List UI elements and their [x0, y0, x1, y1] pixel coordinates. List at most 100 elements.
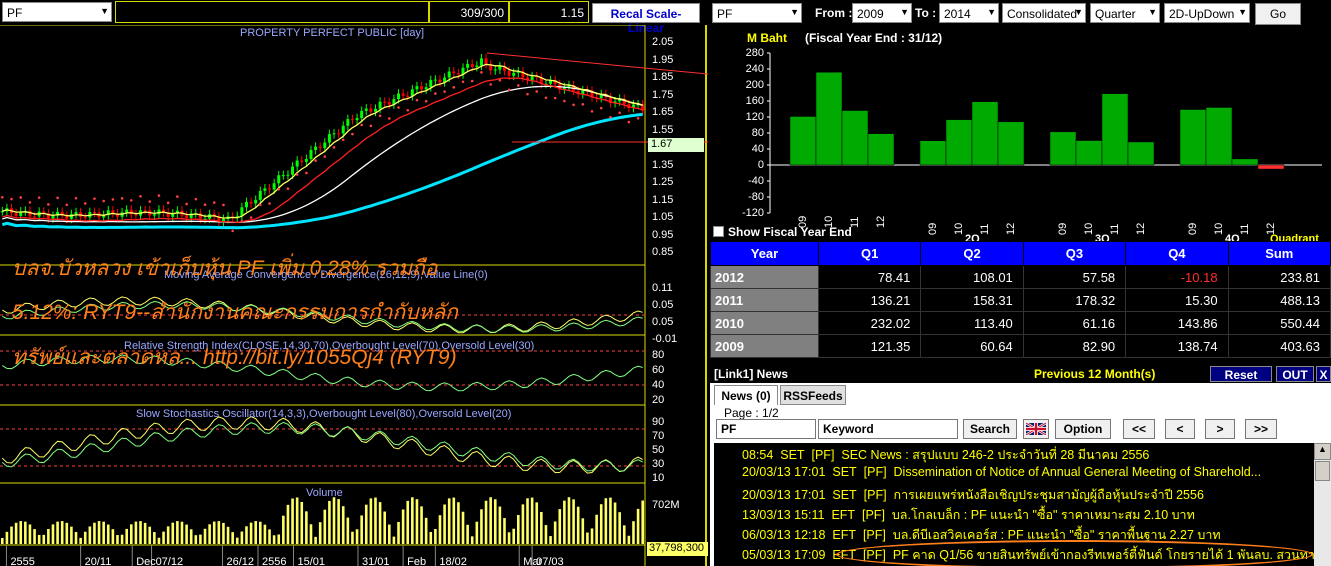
earnings-y-label: -120: [741, 207, 764, 219]
sar-dot: [74, 196, 78, 200]
symbol-select[interactable]: PF ▼: [2, 2, 112, 22]
sar-dot: [341, 138, 345, 142]
volume-bar: [47, 528, 50, 544]
rsi-axis-label: 20: [652, 394, 665, 406]
show-fiscal-year-checkbox[interactable]: Show Fiscal Year End: [713, 225, 852, 239]
candle-body: [272, 183, 276, 190]
checkbox-icon[interactable]: [713, 226, 724, 237]
reset-button[interactable]: Reset: [1210, 366, 1272, 382]
volume-bar: [604, 498, 608, 544]
candle-body: [281, 175, 285, 177]
macd-axis-label: 0.05: [652, 316, 674, 328]
volume-bar: [212, 521, 216, 544]
list-item[interactable]: 13/03/13 15:11 EFT [PF] บล.โกลเบล็ก : PF…: [742, 505, 1195, 525]
news-scrollbar[interactable]: ▲: [1314, 443, 1331, 566]
row-q3: 61.16: [1022, 311, 1127, 335]
table-row[interactable]: 2010 232.02 113.40 61.16 143.86 550.44: [710, 311, 1331, 335]
volume-bar: [79, 537, 82, 544]
quarter-label: 11: [1109, 223, 1121, 235]
sar-dot: [139, 194, 142, 198]
news-time: 13/03/13 15:11: [742, 508, 825, 522]
period-select[interactable]: Quarter ▼: [1090, 3, 1160, 23]
sar-dot: [507, 88, 511, 92]
chevron-down-icon: ▼: [987, 7, 996, 17]
stock-chart[interactable]: PROPERTY PERFECT PUBLIC [day] Moving Ave…: [0, 25, 708, 566]
scale-value: 1.15: [509, 1, 589, 23]
sar-dot: [120, 197, 124, 200]
chart-info-box: [115, 1, 429, 23]
news-symbol-input[interactable]: PF: [716, 419, 816, 439]
quarter-label: 09: [1057, 222, 1069, 235]
earnings-bar: [971, 101, 999, 166]
scroll-up-icon[interactable]: ▲: [1314, 443, 1331, 460]
news-headline: Dissemination of Notice of Annual Genera…: [893, 465, 1262, 479]
first-page-button[interactable]: <<: [1123, 419, 1155, 439]
fin-symbol-select[interactable]: PF ▼: [712, 3, 802, 23]
tab-news[interactable]: News (0): [714, 385, 778, 405]
candle-body: [484, 58, 488, 65]
keyword-input[interactable]: Keyword: [818, 419, 958, 439]
volume-bar: [553, 521, 557, 544]
candle-body: [447, 71, 451, 78]
volume-bar: [632, 521, 635, 544]
volume-bar: [521, 504, 525, 544]
news-time: 20/03/13 17:01: [742, 465, 826, 479]
close-button[interactable]: X: [1316, 366, 1331, 382]
prev-page-button[interactable]: <: [1165, 419, 1195, 439]
view-select[interactable]: 2D-UpDown ▼: [1164, 3, 1250, 23]
option-button[interactable]: Option: [1055, 419, 1111, 439]
to-year-select[interactable]: 2014 ▼: [939, 3, 999, 23]
news-source: EFT: [831, 508, 856, 522]
sar-dot: [480, 71, 483, 74]
earnings-bar: [1101, 93, 1129, 166]
next-page-button[interactable]: >: [1205, 419, 1235, 439]
volume-bar: [627, 535, 631, 544]
earnings-bar: [867, 133, 895, 166]
volume-bar: [97, 521, 101, 544]
chevron-down-icon: ▼: [1238, 7, 1247, 17]
volume-bar: [88, 526, 92, 544]
table-row[interactable]: 2009 121.35 60.64 82.90 138.74 403.63: [710, 334, 1331, 358]
sar-dot: [130, 199, 133, 202]
list-item[interactable]: 20/03/13 17:01 SET [PF] Dissemination of…: [742, 465, 1261, 479]
header-year: Year: [710, 241, 819, 266]
volume-bar: [411, 497, 414, 544]
volume-bar: [231, 532, 234, 544]
quarter-label: 10: [1213, 222, 1225, 235]
earnings-bar: [945, 119, 973, 166]
list-item[interactable]: 08:54 SET [PF] SEC News : สรุปแบบ 246-2 …: [742, 445, 1149, 465]
tab-rss-feeds[interactable]: RSSFeeds: [780, 385, 846, 405]
candle-body: [304, 158, 308, 162]
last-page-button[interactable]: >>: [1245, 419, 1277, 439]
candle-body: [475, 65, 479, 68]
volume-bar: [461, 511, 465, 544]
list-item[interactable]: 20/03/13 17:01 SET [PF] การเผยแพร่หนังสื…: [742, 485, 1204, 505]
volume-bar: [420, 506, 423, 544]
table-row[interactable]: 2011 136.21 158.31 178.32 15.30 488.13: [710, 288, 1331, 312]
price-axis-label: 1.65: [652, 106, 674, 118]
candle-body: [125, 209, 129, 213]
stoch-axis-label: 10: [652, 472, 665, 484]
volume-bar: [323, 509, 327, 544]
volume-bar: [438, 515, 442, 544]
go-button[interactable]: Go: [1255, 3, 1301, 25]
volume-bar: [116, 535, 119, 544]
table-row[interactable]: 2012 78.41 108.01 57.58 -10.18 233.81: [710, 265, 1331, 289]
news-source: EFT: [832, 528, 856, 542]
recal-scale-button[interactable]: Recal Scale-Linear: [592, 3, 700, 35]
out-button[interactable]: OUT: [1276, 366, 1314, 382]
earnings-y-label: 80: [751, 127, 764, 139]
from-year-select[interactable]: 2009 ▼: [852, 3, 912, 23]
statement-type-select[interactable]: Consolidated ▼: [1002, 3, 1086, 23]
sar-dot: [240, 219, 244, 223]
volume-bar: [503, 518, 506, 544]
ma-long-line: [1, 112, 643, 230]
search-button[interactable]: Search: [963, 419, 1017, 439]
stoch-k-line: [1, 415, 643, 474]
volume-bar: [139, 521, 142, 544]
price-axis-label: 2.05: [652, 36, 674, 48]
news-symbol: [PF]: [863, 488, 887, 502]
scroll-thumb[interactable]: [1315, 461, 1330, 481]
uk-flag-icon[interactable]: [1023, 419, 1049, 439]
earnings-y-label: 160: [745, 95, 764, 107]
